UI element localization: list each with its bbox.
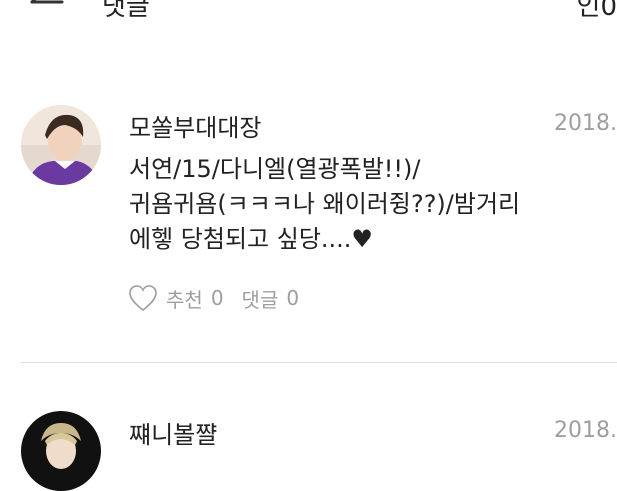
comment-body-line: 에헿 당첨되고 싶당....♥ <box>129 225 373 253</box>
heart-icon <box>128 284 158 312</box>
header-right-text[interactable]: 인0 <box>577 0 617 23</box>
comment-body-line: 귀욤귀욤(ㅋㅋㅋ나 왜이러쥥??)/밤거리 <box>129 190 521 218</box>
comment-actions: 추천 0 댓글 0 <box>128 282 299 314</box>
back-arrow-icon[interactable] <box>28 0 64 16</box>
reply-label: 댓글 <box>241 287 279 312</box>
comment-body: 서연/15/다니엘(열광폭발!!)/ 귀욤귀욤(ㅋㅋㅋ나 왜이러쥥??)/밤거리… <box>129 152 609 257</box>
page-title: 댓글 <box>102 0 150 22</box>
comment-date: 2018. <box>554 111 617 136</box>
divider <box>21 362 617 363</box>
like-label: 추천 <box>166 287 203 312</box>
reply-count: 0 <box>286 286 300 310</box>
like-button[interactable]: 추천 0 <box>128 284 224 313</box>
comment-body-line: 서연/15/다니엘(열광폭발!!)/ <box>129 155 421 183</box>
avatar[interactable] <box>21 105 101 185</box>
avatar[interactable] <box>21 411 101 491</box>
header-bar: 댓글 인0 <box>0 0 617 30</box>
comment-author[interactable]: 쨰니볼쨜 <box>129 415 217 450</box>
reply-button[interactable]: 댓글 0 <box>242 284 300 313</box>
comment-author[interactable]: 모쏠부대대장 <box>129 108 261 143</box>
like-count: 0 <box>210 286 224 310</box>
comment-date: 2018. <box>554 418 617 443</box>
